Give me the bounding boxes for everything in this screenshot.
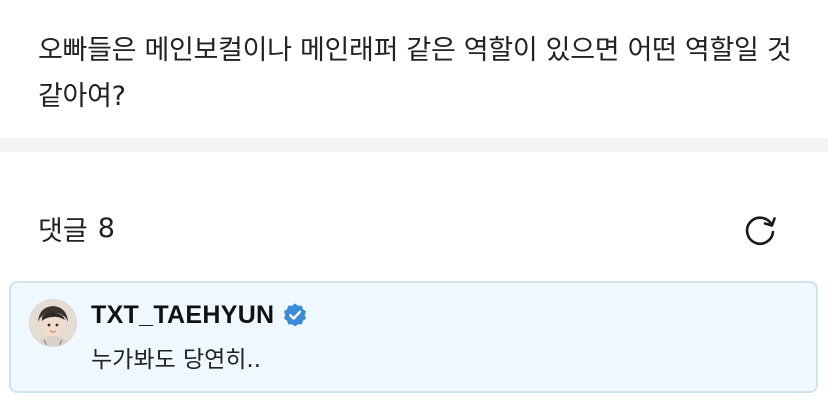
comments-header: 댓글 8: [38, 205, 115, 251]
question-text: 오빠들은 메인보컬이나 메인래퍼 같은 역할이 있으면 어떤 역할일 것 같아여…: [38, 35, 792, 112]
qna-page: 오빠들은 메인보컬이나 메인래퍼 같은 역할이 있으면 어떤 역할일 것 같아여…: [0, 0, 828, 404]
comment-body: 누가봐도 당연히..: [91, 347, 262, 373]
comment-author-row: TXT_TAEHYUN: [91, 297, 308, 333]
comment-card[interactable]: TXT_TAEHYUN 누가봐도 당연히..: [9, 281, 818, 393]
comment-author-name[interactable]: TXT_TAEHYUN: [91, 301, 274, 330]
comments-count: 8: [97, 212, 115, 244]
verified-badge-icon: [282, 302, 308, 328]
refresh-icon: [745, 216, 776, 245]
comments-label: 댓글: [38, 215, 88, 247]
refresh-button[interactable]: [738, 208, 782, 252]
section-divider: [0, 138, 828, 152]
avatar[interactable]: [29, 299, 77, 347]
